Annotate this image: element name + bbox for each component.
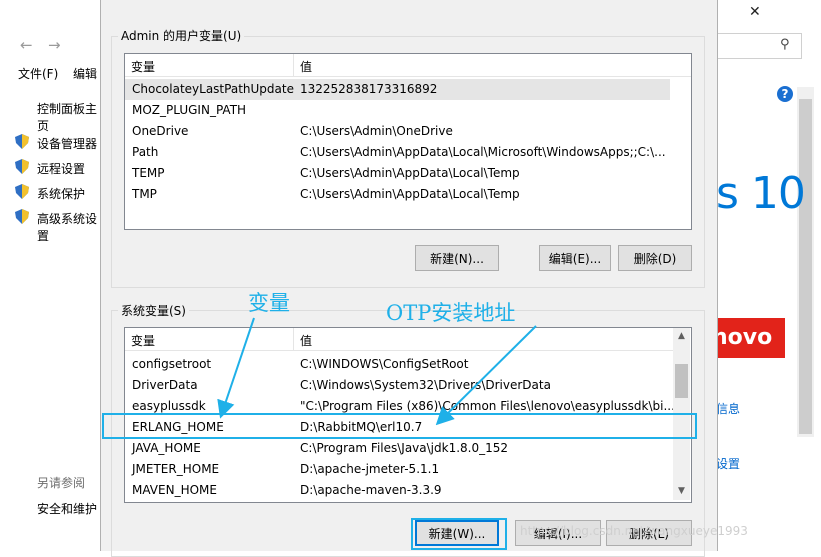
otp-arrow (435, 325, 537, 426)
annotation-arrows (217, 317, 537, 426)
watermark: https://blog.csdn.net/wangxueye1993 (520, 524, 748, 538)
variable-arrow (217, 317, 255, 419)
